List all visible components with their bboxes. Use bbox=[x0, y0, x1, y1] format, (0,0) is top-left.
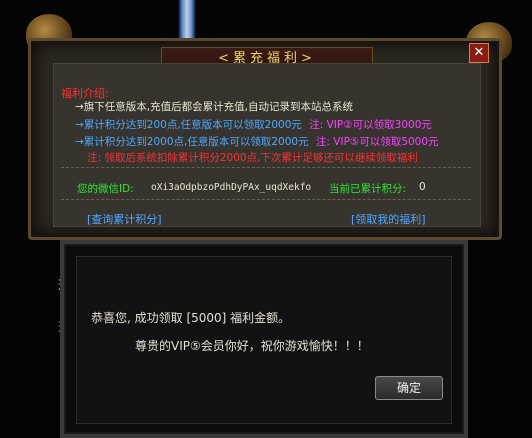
vip-note: 注: VIP②可以领取3000元 bbox=[309, 119, 432, 131]
dialog-content: 恭喜您, 成功领取 [5000] 福利金额。 尊贵的VIP⑤会员你好，祝你游戏愉… bbox=[76, 256, 452, 424]
dialog-message-2: 尊贵的VIP⑤会员你好，祝你游戏愉快！！！ bbox=[135, 339, 369, 353]
divider bbox=[61, 199, 471, 200]
query-points-button[interactable]: [查询累计积分] bbox=[87, 211, 162, 227]
info-line-text: →旗下任意版本,充值后都会累计充值,自动记录到本站总系统 bbox=[75, 101, 353, 113]
warning-line: 注: 领取后系统扣除累计积分2000点,下次累计足够还可以继续领取福利 bbox=[87, 152, 418, 164]
divider bbox=[61, 167, 471, 168]
info-line-2: →累计积分达到200点,任意版本可以领取2000元 注: VIP②可以领取300… bbox=[75, 117, 432, 132]
points-label: 当前已累计积分: bbox=[329, 183, 407, 195]
info-line-1: →旗下任意版本,充值后都会累计充值,自动记录到本站总系统 bbox=[75, 99, 353, 114]
dialog-message-1: 恭喜您, 成功领取 [5000] 福利金额。 bbox=[91, 311, 291, 325]
vip-note: 注: VIP⑤可以领取5000元 bbox=[315, 136, 439, 148]
wechat-label: 您的微信ID: bbox=[77, 183, 134, 195]
confirm-button[interactable]: 确定 bbox=[375, 376, 443, 400]
info-line-text: →累计积分达到2000点,任意版本可以领取2000元 bbox=[75, 136, 309, 148]
info-line-text: →累计积分达到200点,任意版本可以领取2000元 bbox=[75, 119, 302, 131]
info-line-3: →累计积分达到2000点,任意版本可以领取2000元 注: VIP⑤可以领取50… bbox=[75, 134, 439, 149]
notification-dialog: 恭喜您, 成功领取 [5000] 福利金额。 尊贵的VIP⑤会员你好，祝你游戏愉… bbox=[60, 240, 468, 438]
points-value: 0 bbox=[419, 181, 426, 193]
close-button[interactable]: ✕ bbox=[469, 43, 489, 63]
wechat-id-value: oXi3aOdpbzoPdhDyPAx_uqdXekfo bbox=[151, 182, 312, 193]
recharge-welfare-panel: <累充福利> ✕ 福利介绍: →旗下任意版本,充值后都会累计充值,自动记录到本站… bbox=[28, 38, 502, 240]
claim-welfare-button[interactable]: [领取我的福利] bbox=[351, 211, 426, 227]
